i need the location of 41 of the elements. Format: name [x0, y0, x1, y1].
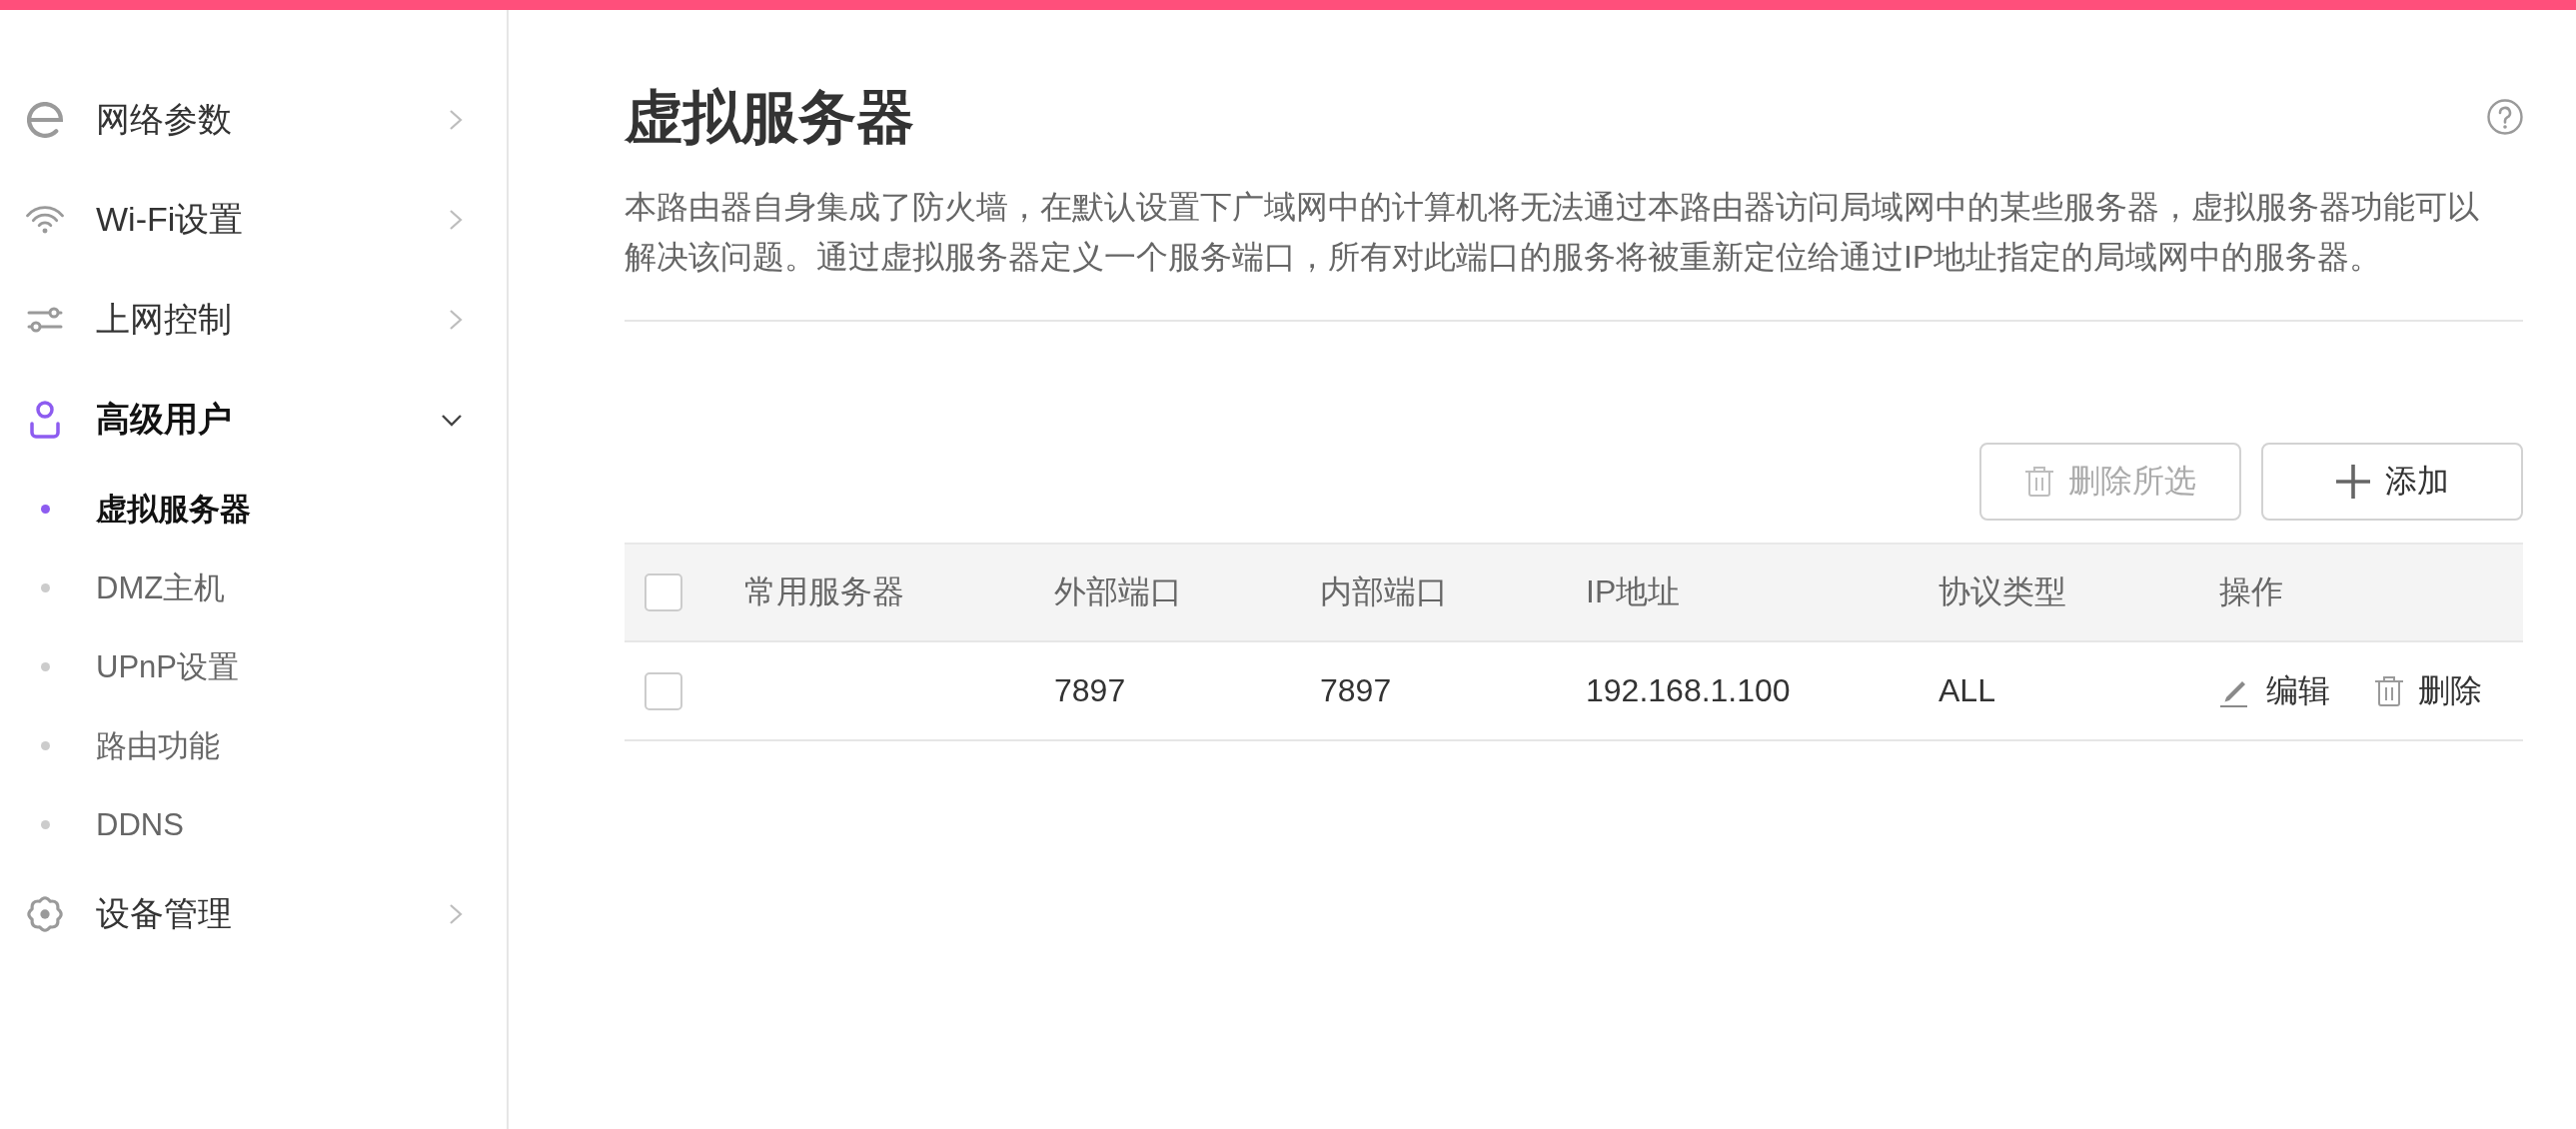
- delete-button[interactable]: 删除: [2375, 668, 2482, 713]
- column-header: 协议类型: [1938, 572, 2066, 611]
- dot-icon: [40, 583, 50, 592]
- table-cell: 7897: [1054, 672, 1126, 709]
- nav-subitem[interactable]: DMZ主机: [0, 549, 507, 627]
- wifi-icon: [26, 205, 64, 235]
- nav-subitem[interactable]: UPnP设置: [0, 627, 507, 706]
- column-header: 常用服务器: [744, 572, 904, 611]
- nav-subitem[interactable]: 路由功能: [0, 706, 507, 785]
- page-title: 虚拟服务器: [625, 83, 914, 151]
- trash-icon: [2024, 466, 2053, 498]
- table-cell: 7897: [1320, 672, 1392, 709]
- dot-icon: [40, 820, 50, 829]
- column-header: 外部端口: [1054, 572, 1182, 611]
- checkbox[interactable]: [644, 573, 682, 611]
- column-header: 内部端口: [1320, 572, 1448, 611]
- sliders-icon: [27, 306, 63, 334]
- nav-item[interactable]: 网络参数: [0, 70, 507, 170]
- help-icon[interactable]: [2487, 99, 2523, 135]
- dot-icon: [40, 662, 50, 671]
- add-button[interactable]: 添加: [2261, 443, 2523, 521]
- nav-subitem[interactable]: DDNS: [0, 785, 507, 864]
- trash-icon: [2375, 674, 2403, 707]
- e-logo-icon: [27, 102, 63, 138]
- nav-item[interactable]: 设备管理: [0, 864, 507, 964]
- gear-icon: [27, 896, 63, 932]
- column-header: IP地址: [1586, 572, 1681, 611]
- edit-button[interactable]: 编辑: [2219, 668, 2330, 713]
- user-icon: [27, 400, 63, 440]
- dot-icon: [40, 741, 50, 750]
- checkbox[interactable]: [644, 671, 682, 710]
- nav-item[interactable]: 上网控制: [0, 270, 507, 370]
- nav-item[interactable]: 高级用户: [0, 370, 507, 470]
- nav-subitem[interactable]: 虚拟服务器: [0, 470, 507, 549]
- table-cell: 192.168.1.100: [1586, 672, 1791, 709]
- page-description: 本路由器自身集成了防火墙，在默认设置下广域网中的计算机将无法通过本路由器访问局域网中的某些服务器，虚拟服务器功能可以解决该问题。通过虚拟服务器定义一个服务端口，所有对此端口的服务将被重新定位给通过IP地址指定的局域网中的服务器。: [625, 188, 2480, 277]
- nav-item[interactable]: Wi-Fi设置: [0, 170, 507, 270]
- column-header: 操作: [2219, 572, 2283, 611]
- dot-icon: [40, 505, 50, 514]
- table-cell: ALL: [1938, 672, 1995, 709]
- plus-icon: [2335, 465, 2370, 499]
